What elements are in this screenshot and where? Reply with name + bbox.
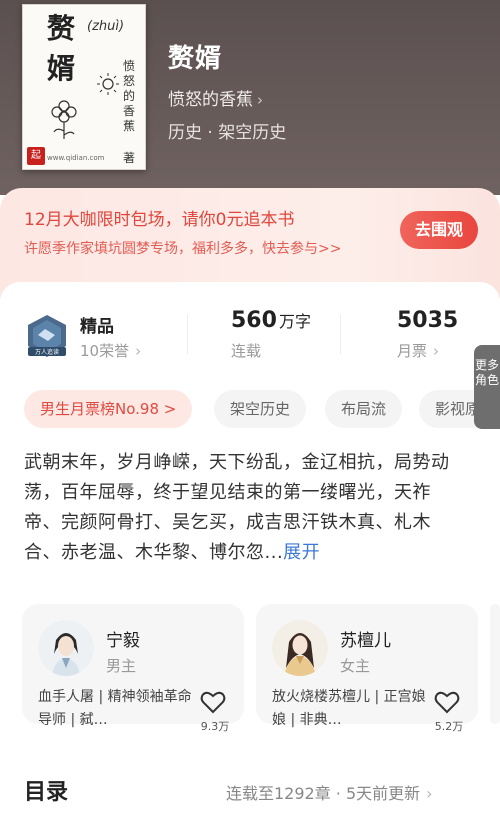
book-genre: 历史 · 架空历史: [168, 123, 287, 143]
sun-doodle-icon: [97, 73, 119, 95]
toc-status: 连载至1292章 · 5天前更新 ›: [226, 780, 433, 804]
character-card[interactable]: 宁毅 男主 血手人屠 | 精神领袖革命导师 | 弑… 9.3万: [22, 604, 244, 733]
update-status: 连载至1292章 · 5天前更新: [226, 784, 421, 803]
word-count-value: 560: [231, 308, 277, 333]
tag-style[interactable]: 布局流: [325, 390, 403, 428]
female-character-avatar-icon: [272, 620, 328, 676]
badge-text: 万人追读: [35, 348, 59, 356]
monthly-tickets-label: 月票: [397, 342, 428, 360]
like-count: 5.2万: [434, 720, 464, 733]
word-count-unit: 万字: [278, 312, 311, 331]
book-header: 赘 婿 (zhuì) 愤怒的香蕉 著 起 www.qidian.com 赘婿 愤…: [0, 0, 500, 195]
character-name: 宁毅: [106, 631, 140, 651]
chevron-right-icon: ›: [135, 342, 142, 360]
male-character-avatar-icon: [38, 620, 94, 676]
more-characters-tab[interactable]: 更多角色: [474, 345, 500, 429]
description-text: 武朝末年，岁月峥嵘，天下纷乱，金辽相抗，局势动荡，百年屈辱，终于望见结束的第一缕…: [24, 452, 450, 563]
qidian-seal: 起: [27, 147, 45, 165]
promo-go-button[interactable]: 去围观: [400, 211, 478, 249]
character-desc: 血手人屠 | 精神领袖革命导师 | 弑…: [38, 689, 192, 728]
chevron-right-icon: ›: [257, 91, 263, 109]
character-desc: 放火烧楼苏檀儿 | 正宫娘娘 | 非典…: [272, 689, 426, 728]
honors-count: 10荣誉: [80, 342, 130, 360]
tag-row: 男生月票榜No.98 > 架空历史 布局流 影视原著: [0, 390, 500, 428]
monthly-tickets-link[interactable]: 月票 ›: [397, 340, 439, 361]
heart-icon[interactable]: [434, 690, 460, 714]
character-list: 宁毅 男主 血手人屠 | 精神领袖革命导师 | 弑… 9.3万 苏檀儿 女主 放…: [0, 604, 500, 733]
character-name: 苏檀儿: [340, 631, 391, 651]
table-of-contents-row[interactable]: 目录 连载至1292章 · 5天前更新 ›: [0, 772, 500, 812]
promo-title: 12月大咖限时包场，请你0元追本书: [24, 210, 295, 230]
monthly-tickets-value: 5035: [397, 308, 459, 333]
quality-label: 精品: [80, 317, 114, 337]
character-card[interactable]: 苏檀儿 女主 放火烧楼苏檀儿 | 正宫娘娘 | 非典… 5.2万: [256, 604, 478, 733]
book-cover[interactable]: 赘 婿 (zhuì) 愤怒的香蕉 著 起 www.qidian.com: [22, 4, 146, 170]
cover-url: www.qidian.com: [47, 154, 105, 162]
cover-pinyin: (zhuì): [87, 19, 125, 34]
heart-icon[interactable]: [200, 690, 226, 714]
character-role: 男主: [106, 657, 137, 675]
expand-link[interactable]: 展开: [283, 542, 320, 563]
author-name: 愤怒的香蕉: [168, 90, 253, 110]
like-count: 9.3万: [200, 720, 230, 733]
divider: [187, 314, 188, 354]
book-title: 赘婿: [168, 44, 223, 74]
book-detail-card: 万人追读 精品 10荣誉 › 560 万字 连载 5035 月票 › 男生月票榜No.…: [0, 282, 500, 816]
honors-link[interactable]: 10荣誉 ›: [80, 340, 141, 361]
divider: [340, 314, 341, 354]
cover-title-char-1: 赘: [47, 12, 76, 45]
cover-author-vertical: 愤怒的香蕉: [123, 59, 136, 133]
avatar: [38, 620, 94, 676]
toc-title: 目录: [24, 780, 69, 805]
character-card-peek[interactable]: [490, 604, 500, 724]
tag-genre[interactable]: 架空历史: [214, 390, 307, 428]
stats-row: 万人追读 精品 10荣誉 › 560 万字 连载 5035 月票 ›: [0, 302, 500, 372]
word-count: 560 万字: [231, 308, 311, 333]
promo-subtitle[interactable]: 许愿季作家填坑圆梦专场，福利多多，快去参与>>: [24, 238, 341, 258]
book-description[interactable]: 武朝末年，岁月峥嵘，天下纷乱，金辽相抗，局势动荡，百年屈辱，终于望见结束的第一缕…: [24, 448, 464, 568]
author-link[interactable]: 愤怒的香蕉 ›: [168, 85, 263, 110]
character-role: 女主: [340, 657, 371, 675]
quality-badge-icon: 万人追读: [28, 315, 66, 357]
serial-status: 连载: [231, 342, 262, 360]
chevron-right-icon: ›: [433, 342, 440, 360]
cover-title-char-2: 婿: [47, 52, 76, 85]
cover-author-suffix: 著: [123, 151, 136, 165]
avatar: [272, 620, 328, 676]
chevron-right-icon: ›: [426, 784, 433, 803]
flower-doodle-icon: [51, 100, 77, 139]
tag-rank[interactable]: 男生月票榜No.98 >: [24, 390, 193, 428]
